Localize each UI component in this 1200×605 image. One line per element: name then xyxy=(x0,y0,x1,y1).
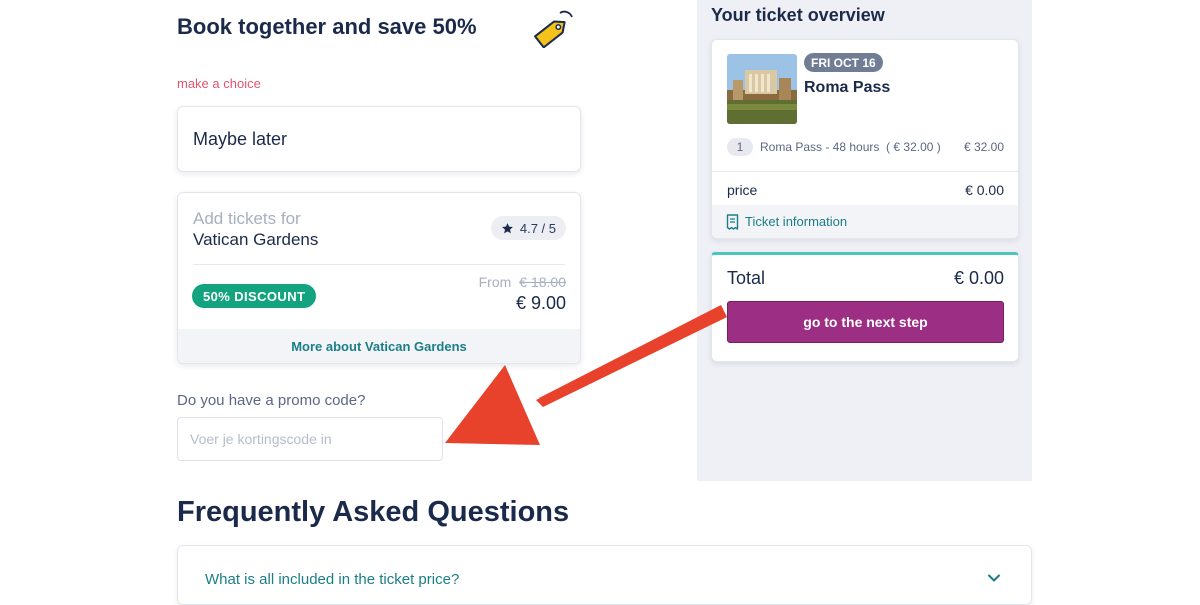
addon-name: Vatican Gardens xyxy=(193,230,319,249)
maybe-later-label: Maybe later xyxy=(193,129,288,149)
roma-pass-thumbnail xyxy=(727,54,797,124)
discount-badge: 50% DISCOUNT xyxy=(192,284,317,308)
next-step-button[interactable]: go to the next step xyxy=(727,301,1004,343)
ticket-info-row[interactable]: Ticket information xyxy=(712,205,1018,238)
quantity-badge: 1 xyxy=(727,138,753,156)
promo-code-input[interactable] xyxy=(177,417,443,461)
price-value: € 0.00 xyxy=(965,182,1004,198)
ticket-name: Roma Pass xyxy=(804,79,891,96)
faq-question: What is all included in the ticket price… xyxy=(205,571,460,588)
faq-title: Frequently Asked Questions xyxy=(177,496,570,528)
page-title: Book together and save 50% xyxy=(177,14,477,39)
price-label: price xyxy=(727,182,758,198)
overview-title: Your ticket overview xyxy=(711,5,885,25)
discounted-price: € 9.00 xyxy=(515,293,566,313)
from-price: From € 18.00 xyxy=(479,274,566,290)
price-tag-icon xyxy=(534,10,573,48)
total-value: € 0.00 xyxy=(953,268,1004,288)
make-choice-label: make a choice xyxy=(177,76,261,91)
addon-card-vatican-gardens[interactable]: Add tickets for Vatican Gardens 4.7 / 5 … xyxy=(177,192,581,364)
old-price: € 18.00 xyxy=(519,274,566,290)
date-badge: FRI OCT 16 xyxy=(804,53,883,72)
maybe-later-option[interactable]: Maybe later xyxy=(177,106,581,172)
rating-value: 4.7 / 5 xyxy=(519,220,556,236)
price-row: price € 0.00 xyxy=(712,171,1018,206)
chevron-down-icon xyxy=(988,574,1000,582)
total-card: Total € 0.00 go to the next step xyxy=(711,252,1019,362)
ticket-line-amount: € 32.00 xyxy=(963,140,1004,154)
promo-code-label: Do you have a promo code? xyxy=(177,392,366,409)
rating-badge: 4.7 / 5 xyxy=(490,216,566,240)
faq-item[interactable]: What is all included in the ticket price… xyxy=(177,545,1032,605)
addon-add-label: Add tickets for xyxy=(193,209,301,228)
star-icon xyxy=(501,222,513,233)
from-label: From xyxy=(478,274,512,290)
divider xyxy=(193,264,565,265)
more-about-link[interactable]: More about Vatican Gardens xyxy=(178,329,580,363)
receipt-icon xyxy=(726,214,739,230)
total-label: Total xyxy=(727,268,766,288)
ticket-card: FRI OCT 16 Roma Pass 1 Roma Pass - 48 ho… xyxy=(711,39,1019,239)
ticket-information-link[interactable]: Ticket information xyxy=(745,214,847,229)
ticket-line-description: Roma Pass - 48 hours ( € 32.00 ) xyxy=(760,140,941,154)
